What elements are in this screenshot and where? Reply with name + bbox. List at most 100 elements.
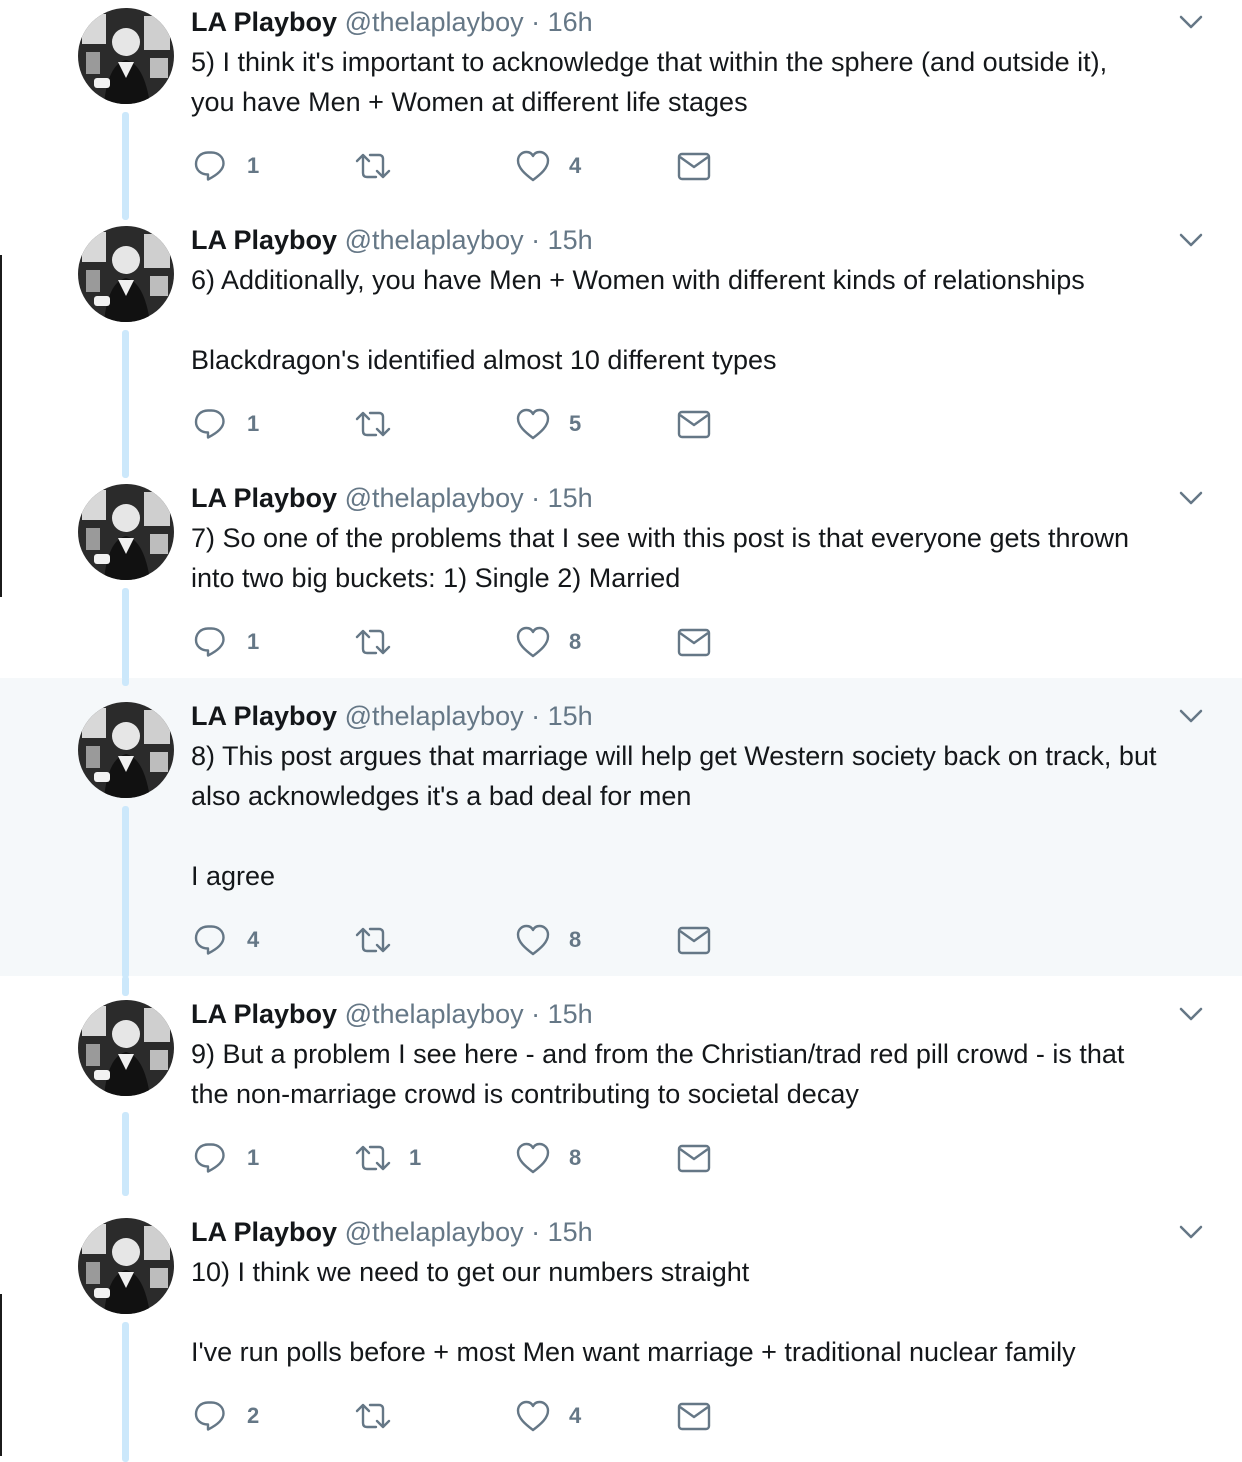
envelope-icon: [677, 1402, 711, 1431]
retweet-button[interactable]: [355, 406, 409, 442]
tweet[interactable]: LA Playboy @thelaplayboy · 16h 5) I thin…: [0, 0, 1242, 220]
separator-dot: ·: [531, 999, 541, 1029]
heart-icon: [516, 150, 550, 182]
direct-message-button[interactable]: [677, 922, 711, 958]
retweet-button[interactable]: 1: [355, 1140, 421, 1176]
timestamp[interactable]: 15h: [548, 225, 593, 255]
tweet-header: LA Playboy @thelaplayboy · 15h: [191, 996, 593, 1032]
tweet[interactable]: LA Playboy @thelaplayboy · 15h 8) This p…: [0, 676, 1242, 978]
like-button[interactable]: 8: [515, 1140, 581, 1176]
retweet-icon: [355, 411, 391, 437]
reply-icon: [194, 1143, 225, 1173]
reply-icon: [194, 409, 225, 439]
reply-count: 1: [247, 1145, 260, 1170]
tweet[interactable]: LA Playboy @thelaplayboy · 15h 7) So one…: [0, 476, 1242, 694]
tweet-header: LA Playboy @thelaplayboy · 15h: [191, 698, 593, 734]
retweet-button[interactable]: [355, 148, 409, 184]
chevron-down-icon[interactable]: [1176, 7, 1206, 37]
timestamp[interactable]: 16h: [548, 7, 593, 37]
heart-icon: [516, 1142, 550, 1174]
direct-message-button[interactable]: [677, 406, 711, 442]
heart-icon: [516, 924, 550, 956]
avatar[interactable]: [78, 8, 174, 104]
chevron-down-icon[interactable]: [1176, 701, 1206, 731]
chevron-down-icon[interactable]: [1176, 1217, 1206, 1247]
chevron-down-icon[interactable]: [1176, 999, 1206, 1029]
author-name[interactable]: LA Playboy: [191, 225, 337, 255]
heart-icon: [516, 1400, 550, 1432]
tweet[interactable]: LA Playboy @thelaplayboy · 15h 9) But a …: [0, 976, 1242, 1196]
retweet-icon: [355, 1145, 391, 1171]
avatar[interactable]: [78, 484, 174, 580]
envelope-icon: [677, 628, 711, 657]
reply-icon: [194, 151, 225, 181]
thread-line: [122, 1112, 129, 1196]
separator-dot: ·: [531, 1217, 541, 1247]
retweet-button[interactable]: [355, 922, 409, 958]
author-handle[interactable]: @thelaplayboy: [345, 1217, 524, 1247]
author-name[interactable]: LA Playboy: [191, 999, 337, 1029]
direct-message-button[interactable]: [677, 1398, 711, 1434]
reply-button[interactable]: 2: [193, 1398, 259, 1434]
author-name[interactable]: LA Playboy: [191, 483, 337, 513]
direct-message-button[interactable]: [677, 1140, 711, 1176]
author-name[interactable]: LA Playboy: [191, 1217, 337, 1247]
separator-dot: ·: [531, 483, 541, 513]
reply-button[interactable]: 1: [193, 624, 259, 660]
chevron-down-icon[interactable]: [1176, 483, 1206, 513]
reply-button[interactable]: 1: [193, 406, 259, 442]
tweet-text: 5) I think it's important to acknowledge…: [191, 47, 1108, 117]
like-button[interactable]: 5: [515, 406, 581, 442]
chevron-down-icon[interactable]: [1176, 225, 1206, 255]
reply-count: 1: [247, 153, 260, 178]
avatar[interactable]: [78, 226, 174, 322]
tweet-header: LA Playboy @thelaplayboy · 15h: [191, 1214, 593, 1250]
retweet-button[interactable]: [355, 624, 409, 660]
reply-count: 4: [247, 927, 260, 952]
separator-dot: ·: [531, 7, 541, 37]
retweet-icon: [355, 927, 391, 953]
like-button[interactable]: 8: [515, 624, 581, 660]
like-button[interactable]: 4: [515, 1398, 581, 1434]
tweet-text: 10) I think we need to get our numbers s…: [191, 1257, 1076, 1367]
avatar[interactable]: [78, 1000, 174, 1096]
timestamp[interactable]: 15h: [548, 999, 593, 1029]
reply-icon: [194, 925, 225, 955]
like-count: 8: [569, 927, 582, 952]
tweet-header: LA Playboy @thelaplayboy · 15h: [191, 480, 593, 516]
like-count: 8: [569, 629, 582, 654]
retweet-button[interactable]: [355, 1398, 409, 1434]
timestamp[interactable]: 15h: [548, 1217, 593, 1247]
reply-button[interactable]: 4: [193, 922, 259, 958]
author-name[interactable]: LA Playboy: [191, 701, 337, 731]
heart-icon: [516, 626, 550, 658]
reply-count: 1: [247, 411, 260, 436]
like-button[interactable]: 4: [515, 148, 581, 184]
heart-icon: [516, 408, 550, 440]
reply-button[interactable]: 1: [193, 1140, 259, 1176]
thread-line: [122, 806, 129, 978]
avatar[interactable]: [78, 702, 174, 798]
direct-message-button[interactable]: [677, 624, 711, 660]
like-button[interactable]: 8: [515, 922, 581, 958]
timestamp[interactable]: 15h: [548, 701, 593, 731]
retweet-icon: [355, 153, 391, 179]
avatar[interactable]: [78, 1218, 174, 1314]
tweet-header: LA Playboy @thelaplayboy · 15h: [191, 222, 593, 258]
author-handle[interactable]: @thelaplayboy: [345, 701, 524, 731]
tweet[interactable]: LA Playboy @thelaplayboy · 15h 10) I thi…: [0, 1194, 1242, 1462]
reply-button[interactable]: 1: [193, 148, 259, 184]
author-handle[interactable]: @thelaplayboy: [345, 225, 524, 255]
author-handle[interactable]: @thelaplayboy: [345, 483, 524, 513]
author-handle[interactable]: @thelaplayboy: [345, 7, 524, 37]
author-name[interactable]: LA Playboy: [191, 7, 337, 37]
like-count: 8: [569, 1145, 582, 1170]
separator-dot: ·: [531, 225, 541, 255]
timestamp[interactable]: 15h: [548, 483, 593, 513]
author-handle[interactable]: @thelaplayboy: [345, 999, 524, 1029]
direct-message-button[interactable]: [677, 148, 711, 184]
envelope-icon: [677, 410, 711, 439]
tweet[interactable]: LA Playboy @thelaplayboy · 15h 6) Additi…: [0, 218, 1242, 478]
like-count: 5: [569, 411, 582, 436]
envelope-icon: [677, 1144, 711, 1173]
